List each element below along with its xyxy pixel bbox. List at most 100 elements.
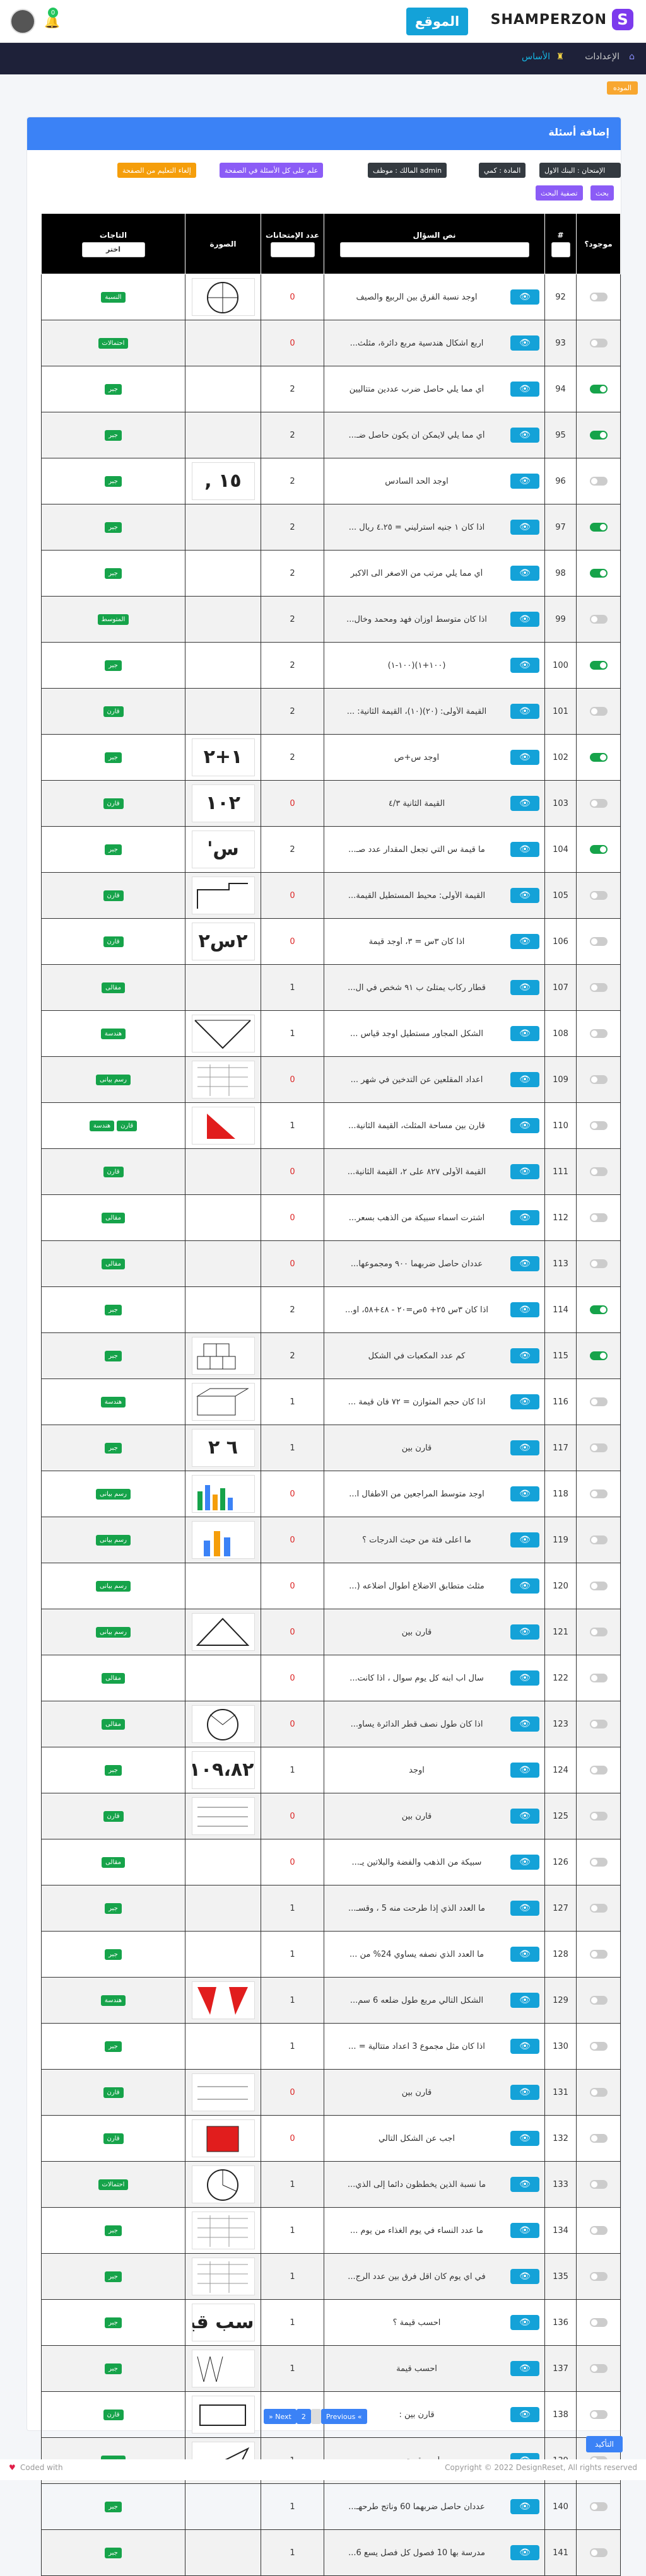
eye-icon[interactable]: 👁 (510, 566, 539, 581)
tag-chip[interactable]: رسم بيانى (95, 1488, 131, 1500)
eye-icon[interactable]: 👁 (510, 980, 539, 995)
exists-toggle[interactable] (589, 569, 608, 578)
exists-toggle[interactable] (589, 293, 608, 301)
eye-icon[interactable]: 👁 (510, 1947, 539, 1962)
exists-toggle[interactable] (589, 2272, 608, 2281)
exists-toggle[interactable] (589, 2088, 608, 2097)
text-filter-input[interactable] (339, 242, 529, 257)
tag-chip[interactable]: رسم بيانى (95, 1626, 131, 1638)
tag-chip[interactable]: جبر (105, 1949, 122, 1960)
tag-chip[interactable]: جبر (105, 2317, 122, 2328)
exists-toggle[interactable] (589, 1305, 608, 1314)
nav-settings[interactable]: الإعدادات (585, 52, 620, 62)
eye-icon[interactable]: 👁 (510, 1578, 539, 1594)
exists-toggle[interactable] (589, 431, 608, 440)
eye-icon[interactable]: 👁 (510, 2177, 539, 2192)
eye-icon[interactable]: 👁 (510, 1302, 539, 1317)
exists-toggle[interactable] (589, 1121, 608, 1130)
eye-icon[interactable]: 👁 (510, 658, 539, 673)
eye-icon[interactable]: 👁 (510, 1670, 539, 1686)
eye-icon[interactable]: 👁 (510, 796, 539, 811)
exists-toggle[interactable] (589, 891, 608, 900)
eye-icon[interactable]: 👁 (510, 1993, 539, 2008)
exists-toggle[interactable] (589, 937, 608, 946)
eye-icon[interactable]: 👁 (510, 428, 539, 443)
exists-toggle[interactable] (589, 2410, 608, 2419)
eye-icon[interactable]: 👁 (510, 289, 539, 305)
eye-icon[interactable]: 👁 (510, 335, 539, 351)
eye-icon[interactable]: 👁 (510, 1072, 539, 1087)
eye-icon[interactable]: 👁 (510, 612, 539, 627)
exists-toggle[interactable] (589, 1351, 608, 1360)
eye-icon[interactable]: 👁 (510, 382, 539, 397)
exists-toggle[interactable] (589, 983, 608, 992)
num-filter-input[interactable] (551, 242, 570, 257)
tag-chip[interactable]: جبر (105, 429, 122, 441)
exists-toggle[interactable] (589, 1075, 608, 1084)
exists-toggle[interactable] (589, 1628, 608, 1636)
eye-icon[interactable]: 👁 (510, 2223, 539, 2238)
bell-icon[interactable]: 🔔 0 (44, 8, 60, 29)
tag-chip[interactable]: جبر (105, 2501, 122, 2512)
tag-chip[interactable]: قارن (103, 2133, 124, 2144)
tag-chip[interactable]: قارن (103, 890, 124, 901)
tag-chip[interactable]: هندسة (100, 1028, 126, 1039)
eye-icon[interactable]: 👁 (510, 1624, 539, 1640)
exists-toggle[interactable] (589, 799, 608, 808)
eye-icon[interactable]: 👁 (510, 1901, 539, 1916)
home-icon[interactable]: ⌂ (629, 52, 635, 62)
exists-toggle[interactable] (589, 2548, 608, 2557)
filter-subject[interactable]: المادة : كمي (479, 163, 526, 178)
eye-icon[interactable]: 👁 (510, 2361, 539, 2376)
eye-icon[interactable]: 👁 (510, 1210, 539, 1225)
exists-toggle[interactable] (589, 1029, 608, 1038)
eye-icon[interactable]: 👁 (510, 934, 539, 949)
eye-icon[interactable]: 👁 (510, 2085, 539, 2100)
exists-toggle[interactable] (589, 1674, 608, 1682)
tag-chip[interactable]: جبر (105, 1304, 122, 1315)
eye-icon[interactable]: 👁 (510, 888, 539, 903)
exists-toggle[interactable] (589, 2042, 608, 2051)
tag-chip[interactable]: جبر (105, 2363, 122, 2374)
exists-toggle[interactable] (589, 477, 608, 486)
tag-chip[interactable]: جبر (105, 522, 122, 533)
eye-icon[interactable]: 👁 (510, 520, 539, 535)
tag-chip[interactable]: جبر (105, 752, 122, 763)
tag-chip[interactable]: جبر (105, 1350, 122, 1361)
exists-toggle[interactable] (589, 1582, 608, 1590)
tag-chip[interactable]: المتوسط (97, 614, 129, 625)
tag-chip[interactable]: رسم بيانى (95, 1534, 131, 1546)
exists-toggle[interactable] (589, 753, 608, 762)
eye-icon[interactable]: 👁 (510, 2407, 539, 2422)
tag-chip[interactable]: جبر (105, 475, 122, 487)
tag-chip[interactable]: مقالى (102, 1718, 125, 1730)
next-button[interactable]: » Next (264, 2409, 297, 2424)
exists-toggle[interactable] (589, 1904, 608, 1913)
eye-icon[interactable]: 👁 (510, 842, 539, 857)
tag-chip[interactable]: مقالى (102, 1258, 125, 1269)
exists-toggle[interactable] (589, 1489, 608, 1498)
exists-toggle[interactable] (589, 385, 608, 393)
page-current[interactable] (310, 2409, 321, 2424)
exists-toggle[interactable] (589, 661, 608, 670)
filter-owner[interactable]: المالك : موظف admin (368, 163, 447, 178)
tag-chip[interactable]: قارن (103, 2087, 124, 2098)
exists-toggle[interactable] (589, 1950, 608, 1959)
eye-icon[interactable]: 👁 (510, 2499, 539, 2514)
unmark-all-button[interactable]: إلغاء التعليم من الصفحة (117, 163, 196, 178)
site-button[interactable]: الموقع (406, 8, 468, 35)
eye-icon[interactable]: 👁 (510, 1809, 539, 1824)
exists-toggle[interactable] (589, 845, 608, 854)
tag-chip[interactable]: هندسة (89, 1120, 115, 1131)
tag-chip[interactable]: جبر (105, 2271, 122, 2282)
tag-chip[interactable]: جبر (105, 1764, 122, 1776)
eye-icon[interactable]: 👁 (510, 1486, 539, 1501)
tag-chip[interactable]: النسبة (101, 291, 126, 303)
eye-icon[interactable]: 👁 (510, 750, 539, 765)
tag-chip[interactable]: قارن (103, 1810, 124, 1822)
tag-chip[interactable]: قارن (103, 936, 124, 947)
tag-chip[interactable]: قارن (103, 2409, 124, 2420)
page-2[interactable]: 2 (296, 2409, 311, 2424)
eye-icon[interactable]: 👁 (510, 2315, 539, 2330)
tag-chip[interactable]: جبر (105, 2547, 122, 2558)
